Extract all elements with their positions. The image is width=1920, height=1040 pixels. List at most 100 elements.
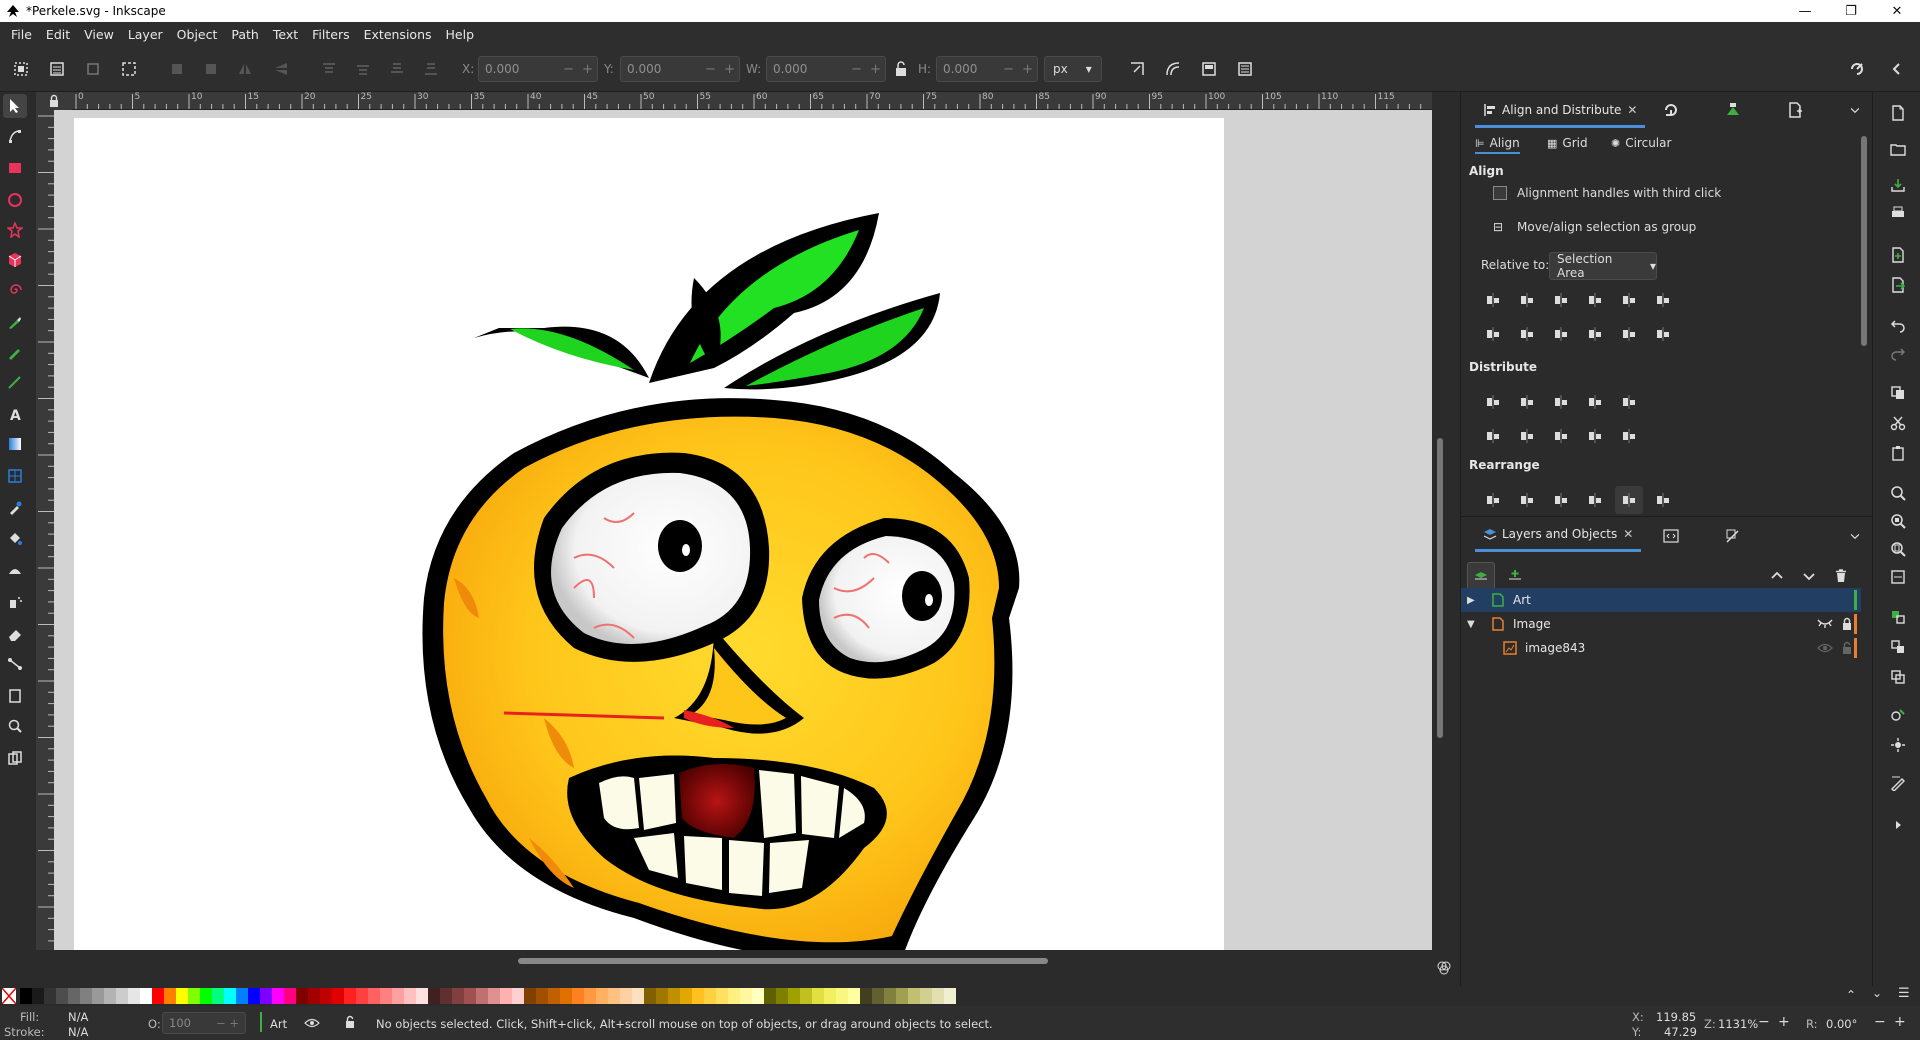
subtab-align[interactable]: ⊫ Align <box>1475 136 1520 154</box>
color-swatch[interactable] <box>176 988 188 1004</box>
dock-menu-chevron-icon[interactable] <box>1845 100 1865 120</box>
rearrange-2-icon[interactable] <box>1513 486 1541 514</box>
color-swatch[interactable] <box>788 988 800 1004</box>
align-vertical-5-icon[interactable] <box>1615 320 1643 348</box>
color-swatch[interactable] <box>272 988 284 1004</box>
color-swatch[interactable] <box>296 988 308 1004</box>
raise-to-top-icon[interactable] <box>318 58 340 80</box>
color-swatch[interactable] <box>548 988 560 1004</box>
unlock-icon[interactable] <box>1841 641 1853 655</box>
color-swatch[interactable] <box>428 988 440 1004</box>
color-swatch[interactable] <box>860 988 872 1004</box>
color-swatch[interactable] <box>716 988 728 1004</box>
object-properties-icon[interactable] <box>1887 704 1909 726</box>
cut-icon[interactable] <box>1887 412 1909 434</box>
color-swatch[interactable] <box>284 988 296 1004</box>
minimize-button[interactable]: — <box>1782 0 1828 22</box>
new-document-icon[interactable] <box>1887 102 1909 124</box>
color-swatch[interactable] <box>92 988 104 1004</box>
color-swatch[interactable] <box>188 988 200 1004</box>
menu-filters[interactable]: Filters <box>305 27 356 42</box>
object-row-image843[interactable]: image843 <box>1461 636 1861 660</box>
distribute-horizontal-2-icon[interactable] <box>1513 388 1541 416</box>
third-click-option[interactable]: Alignment handles with third click <box>1493 186 1721 200</box>
color-swatch[interactable] <box>908 988 920 1004</box>
more-commands-icon[interactable] <box>1887 814 1909 836</box>
color-swatch[interactable] <box>404 988 416 1004</box>
align-vertical-1-icon[interactable] <box>1479 320 1507 348</box>
rearrange-3-icon[interactable] <box>1547 486 1575 514</box>
color-swatch[interactable] <box>248 988 260 1004</box>
dropper-tool-icon[interactable] <box>3 496 27 520</box>
align-edge-5-icon[interactable] <box>1615 286 1643 314</box>
horizontal-ruler[interactable]: 0 5 10 15 20 25 30 35 40 45 50 55 60 65 70 75 80 85 90 95 10… <box>72 92 1432 110</box>
artwork-image[interactable] <box>74 118 1224 950</box>
color-swatch[interactable] <box>260 988 272 1004</box>
color-swatch[interactable] <box>488 988 500 1004</box>
color-swatch[interactable] <box>440 988 452 1004</box>
color-swatch[interactable] <box>644 988 656 1004</box>
menu-object[interactable]: Object <box>170 27 225 42</box>
color-swatch[interactable] <box>728 988 740 1004</box>
distribute-horizontal-5-icon[interactable] <box>1615 388 1643 416</box>
color-swatch[interactable] <box>764 988 776 1004</box>
zoom-tool-icon[interactable] <box>3 714 27 738</box>
move-down-icon[interactable] <box>1795 562 1823 590</box>
paint-bucket-tool-icon[interactable] <box>3 526 27 550</box>
color-manage-icon[interactable] <box>1436 960 1452 976</box>
distribute-vertical-3-icon[interactable] <box>1547 422 1575 450</box>
color-swatch[interactable] <box>452 988 464 1004</box>
color-swatch[interactable] <box>632 988 644 1004</box>
color-swatch[interactable] <box>836 988 848 1004</box>
snap-toggle-icon[interactable] <box>1846 58 1868 80</box>
move-group-option[interactable]: ⊟ Move/align selection as group <box>1493 220 1696 234</box>
open-file-icon[interactable] <box>1887 138 1909 160</box>
menu-view[interactable]: View <box>77 27 121 42</box>
color-swatch[interactable] <box>68 988 80 1004</box>
locked-icon[interactable] <box>1841 617 1853 631</box>
preferences-icon[interactable] <box>1887 772 1909 794</box>
color-swatch[interactable] <box>620 988 632 1004</box>
node-tool-icon[interactable] <box>3 124 27 148</box>
zoom-out-icon[interactable]: − <box>1758 1014 1770 1030</box>
stroke-value[interactable]: N/A <box>68 1025 88 1039</box>
third-click-checkbox[interactable] <box>1493 186 1507 200</box>
color-swatch[interactable] <box>944 988 956 1004</box>
lower-to-bottom-icon[interactable] <box>420 58 442 80</box>
snap-menu-chevron-icon[interactable] <box>1886 58 1908 80</box>
color-swatch[interactable] <box>20 988 32 1004</box>
redo-icon[interactable] <box>1887 342 1909 364</box>
color-swatch[interactable] <box>884 988 896 1004</box>
align-panel-scrollbar[interactable] <box>1861 136 1867 346</box>
color-swatch[interactable] <box>356 988 368 1004</box>
text-tool-icon[interactable]: A <box>3 402 27 426</box>
touch-select-icon[interactable] <box>118 58 140 80</box>
layers-menu-chevron-icon[interactable] <box>1845 526 1865 546</box>
swatches[interactable] <box>20 988 956 1004</box>
tweak-tool-icon[interactable] <box>3 558 27 582</box>
color-swatch[interactable] <box>812 988 824 1004</box>
color-swatch[interactable] <box>224 988 236 1004</box>
color-swatch[interactable] <box>236 988 248 1004</box>
color-swatch[interactable] <box>344 988 356 1004</box>
rearrange-5-icon[interactable] <box>1615 486 1643 514</box>
color-swatch[interactable] <box>560 988 572 1004</box>
rotation-value[interactable]: 0.00° <box>1826 1017 1857 1031</box>
copy-icon[interactable] <box>1887 382 1909 404</box>
current-layer[interactable]: Art <box>270 1017 287 1031</box>
lock-ratio-icon[interactable] <box>890 58 912 80</box>
menu-edit[interactable]: Edit <box>39 27 77 42</box>
color-swatch[interactable] <box>464 988 476 1004</box>
delete-layer-icon[interactable] <box>1827 562 1855 590</box>
distribute-vertical-5-icon[interactable] <box>1615 422 1643 450</box>
color-swatch[interactable] <box>848 988 860 1004</box>
align-vertical-6-icon[interactable] <box>1649 320 1677 348</box>
page[interactable] <box>74 118 1224 950</box>
w-field[interactable]: 0.000− + <box>766 56 886 82</box>
no-paint-swatch[interactable] <box>2 988 16 1004</box>
color-swatch[interactable] <box>752 988 764 1004</box>
align-edge-6-icon[interactable] <box>1649 286 1677 314</box>
layer-lock-icon[interactable] <box>344 1015 356 1029</box>
zoom-selection-icon[interactable] <box>1887 482 1909 504</box>
scale-stroke-icon[interactable] <box>1126 58 1148 80</box>
